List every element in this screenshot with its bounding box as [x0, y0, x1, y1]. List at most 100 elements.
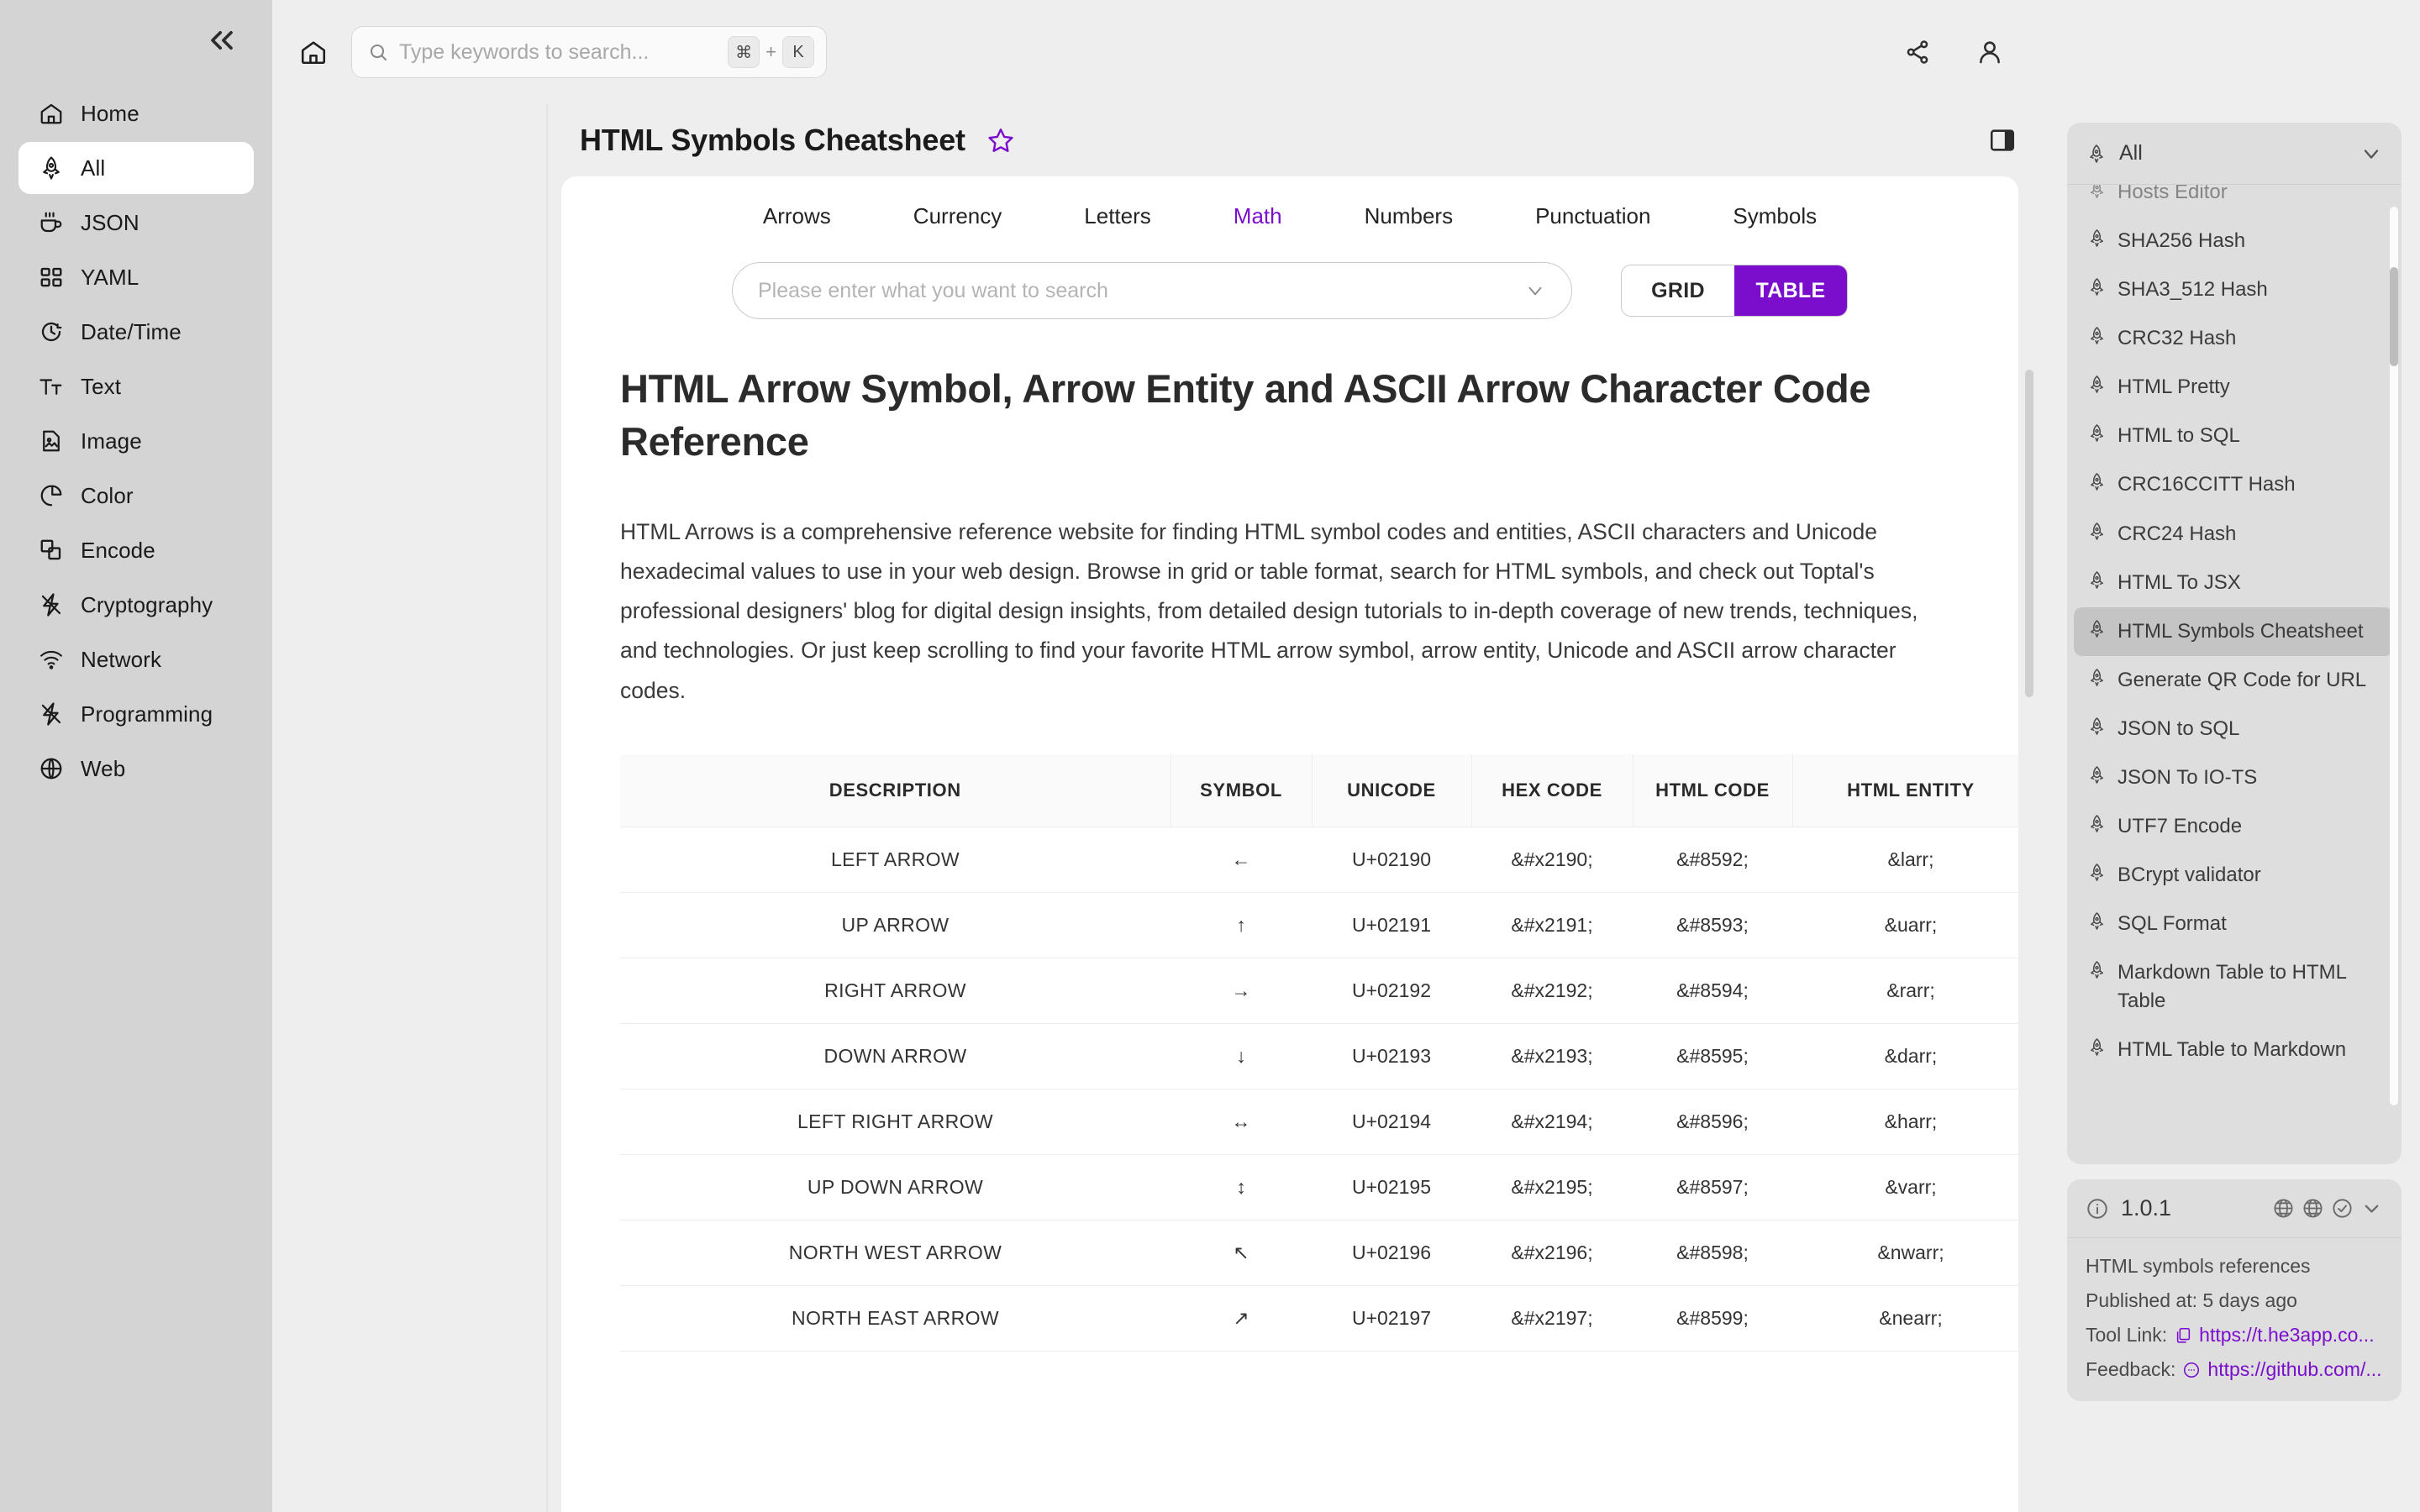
sidebar-item-web[interactable]: Web: [18, 743, 254, 795]
content-scrollbar-thumb[interactable]: [2025, 370, 2033, 697]
cell-description: NORTH EAST ARROW: [620, 1285, 1171, 1352]
favorite-button[interactable]: [982, 122, 1019, 159]
home-button[interactable]: [291, 29, 336, 75]
rocket-icon: [2087, 1037, 2107, 1058]
sidebar-item-label: Cryptography: [81, 591, 213, 617]
rocket-icon: [2087, 765, 2107, 785]
cell-html-code: &#8599;: [1633, 1285, 1792, 1352]
list-item[interactable]: Generate QR Code for URL: [2074, 656, 2393, 705]
cell-unicode: U+02191: [1312, 892, 1471, 958]
top-bar-actions: [1899, 34, 2022, 71]
view-mode-table-button[interactable]: TABLE: [1734, 265, 1847, 316]
feedback-link[interactable]: https://github.com/...: [2182, 1358, 2382, 1381]
table-row[interactable]: RIGHT ARROW → U+02192 &#x2192; &#8594; &…: [620, 958, 2018, 1024]
globe-icon[interactable]: [2272, 1197, 2295, 1220]
list-item[interactable]: CRC24 Hash: [2074, 510, 2393, 559]
view-mode-grid-button[interactable]: GRID: [1622, 265, 1734, 316]
table-row[interactable]: UP DOWN ARROW ↕ U+02195 &#x2195; &#8597;…: [620, 1154, 2018, 1221]
account-button[interactable]: [1971, 34, 2008, 71]
right-sidebar: All Hosts Editor SHA256 Hash SHA3_512 Ha…: [2050, 0, 2420, 1512]
star-icon: [988, 129, 1013, 152]
list-item-label: HTML Table to Markdown: [2118, 1038, 2347, 1062]
collapse-row: [0, 17, 272, 64]
article: HTML Arrow Symbol, Arrow Entity and ASCI…: [561, 319, 2018, 1352]
cell-symbol: ↑: [1171, 892, 1312, 958]
list-item[interactable]: Markdown Table to HTML Table: [2074, 948, 2393, 1026]
list-item[interactable]: UTF7 Encode: [2074, 802, 2393, 851]
tab-numbers[interactable]: Numbers: [1323, 203, 1494, 229]
cell-symbol: ↕: [1171, 1154, 1312, 1221]
sidebar-item-all[interactable]: All: [18, 142, 254, 194]
table-row[interactable]: LEFT ARROW ← U+02190 &#x2190; &#8592; &l…: [620, 827, 2018, 893]
table-row[interactable]: NORTH WEST ARROW ↖ U+02196 &#x2196; &#85…: [620, 1220, 2018, 1286]
symbol-search-input[interactable]: Please enter what you want to search: [732, 262, 1572, 319]
cell-html-entity: &nwarr;: [1792, 1220, 2018, 1286]
tool-list-scrollbar-thumb[interactable]: [2390, 267, 2398, 366]
list-item[interactable]: CRC16CCITT Hash: [2074, 460, 2393, 509]
global-search-input[interactable]: Type keywords to search... ⌘ + K: [351, 26, 827, 78]
list-item[interactable]: SHA256 Hash: [2074, 217, 2393, 265]
list-item[interactable]: HTML Table to Markdown: [2074, 1026, 2393, 1074]
cell-unicode: U+02197: [1312, 1285, 1471, 1352]
list-item[interactable]: HTML to SQL: [2074, 412, 2393, 460]
tab-arrows[interactable]: Arrows: [722, 203, 872, 229]
tool-list[interactable]: Hosts Editor SHA256 Hash SHA3_512 Hash C…: [2067, 185, 2402, 1164]
list-item[interactable]: HTML Pretty: [2074, 363, 2393, 412]
tab-currency[interactable]: Currency: [872, 203, 1043, 229]
sidebar-item-image[interactable]: Image: [18, 415, 254, 467]
toggle-right-panel-button[interactable]: [1983, 121, 2022, 160]
chevrons-left-icon: [211, 30, 233, 50]
tab-math[interactable]: Math: [1192, 203, 1323, 229]
table-row[interactable]: NORTH EAST ARROW ↗ U+02197 &#x2197; &#85…: [620, 1285, 2018, 1352]
tab-punctuation[interactable]: Punctuation: [1494, 203, 1691, 229]
rocket-icon: [2087, 668, 2107, 688]
check-circle-icon[interactable]: [2331, 1197, 2354, 1220]
cell-symbol: ↖: [1171, 1220, 1312, 1286]
sidebar-item-programming[interactable]: Programming: [18, 688, 254, 740]
chevron-down-icon[interactable]: [2360, 1197, 2383, 1220]
list-item-label: BCrypt validator: [2118, 864, 2261, 887]
sidebar-item-label: Color: [81, 482, 134, 508]
image-icon: [37, 427, 66, 455]
tool-filter-header[interactable]: All: [2067, 123, 2402, 185]
collapse-sidebar-button[interactable]: [203, 24, 240, 57]
sidebar-item-yaml[interactable]: YAML: [18, 251, 254, 303]
table-row[interactable]: DOWN ARROW ↓ U+02193 &#x2193; &#8595; &d…: [620, 1023, 2018, 1089]
table-row[interactable]: UP ARROW ↑ U+02191 &#x2191; &#8593; &uar…: [620, 892, 2018, 958]
table-row[interactable]: LEFT RIGHT ARROW ↔ U+02194 &#x2194; &#85…: [620, 1089, 2018, 1155]
view-mode-toggle: GRID TABLE: [1621, 265, 1848, 317]
list-item[interactable]: JSON to SQL: [2074, 705, 2393, 753]
wifi-icon: [37, 645, 66, 674]
sidebar-item-network[interactable]: Network: [18, 633, 254, 685]
list-item[interactable]: SHA3_512 Hash: [2074, 265, 2393, 314]
rocket-icon: [2087, 717, 2107, 737]
content-scrollbar[interactable]: [2025, 370, 2033, 1512]
list-item[interactable]: CRC32 Hash: [2074, 314, 2393, 363]
list-item-html-symbols-cheatsheet[interactable]: HTML Symbols Cheatsheet: [2074, 606, 2393, 656]
list-item[interactable]: BCrypt validator: [2074, 851, 2393, 900]
globe-icon[interactable]: [2302, 1197, 2324, 1220]
sidebar-item-cryptography[interactable]: Cryptography: [18, 579, 254, 631]
tool-list-scrollbar[interactable]: [2390, 207, 2398, 1105]
tool-link[interactable]: https://t.he3app.co...: [2174, 1324, 2375, 1347]
tab-symbols[interactable]: Symbols: [1691, 203, 1858, 229]
rocket-icon: [2087, 814, 2107, 834]
cell-unicode: U+02196: [1312, 1220, 1471, 1286]
list-item[interactable]: SQL Format: [2074, 900, 2393, 948]
list-item[interactable]: JSON To IO-TS: [2074, 753, 2393, 802]
lightning-icon: [37, 591, 66, 619]
sidebar-item-json[interactable]: JSON: [18, 197, 254, 249]
cell-html-entity: &nearr;: [1792, 1285, 2018, 1352]
sidebar-item-color[interactable]: Color: [18, 470, 254, 522]
sidebar-item-encode[interactable]: Encode: [18, 524, 254, 576]
rocket-icon: [2087, 472, 2107, 492]
tab-letters[interactable]: Letters: [1043, 203, 1192, 229]
list-item[interactable]: Hosts Editor: [2074, 185, 2393, 217]
chevron-down-icon: [1524, 280, 1546, 302]
sidebar-item-datetime[interactable]: Date/Time: [18, 306, 254, 358]
share-button[interactable]: [1899, 34, 1936, 71]
sidebar-item-home[interactable]: Home: [18, 87, 254, 139]
list-item[interactable]: HTML To JSX: [2074, 559, 2393, 607]
list-item-label: JSON to SQL: [2118, 717, 2240, 740]
sidebar-item-text[interactable]: Text: [18, 360, 254, 412]
